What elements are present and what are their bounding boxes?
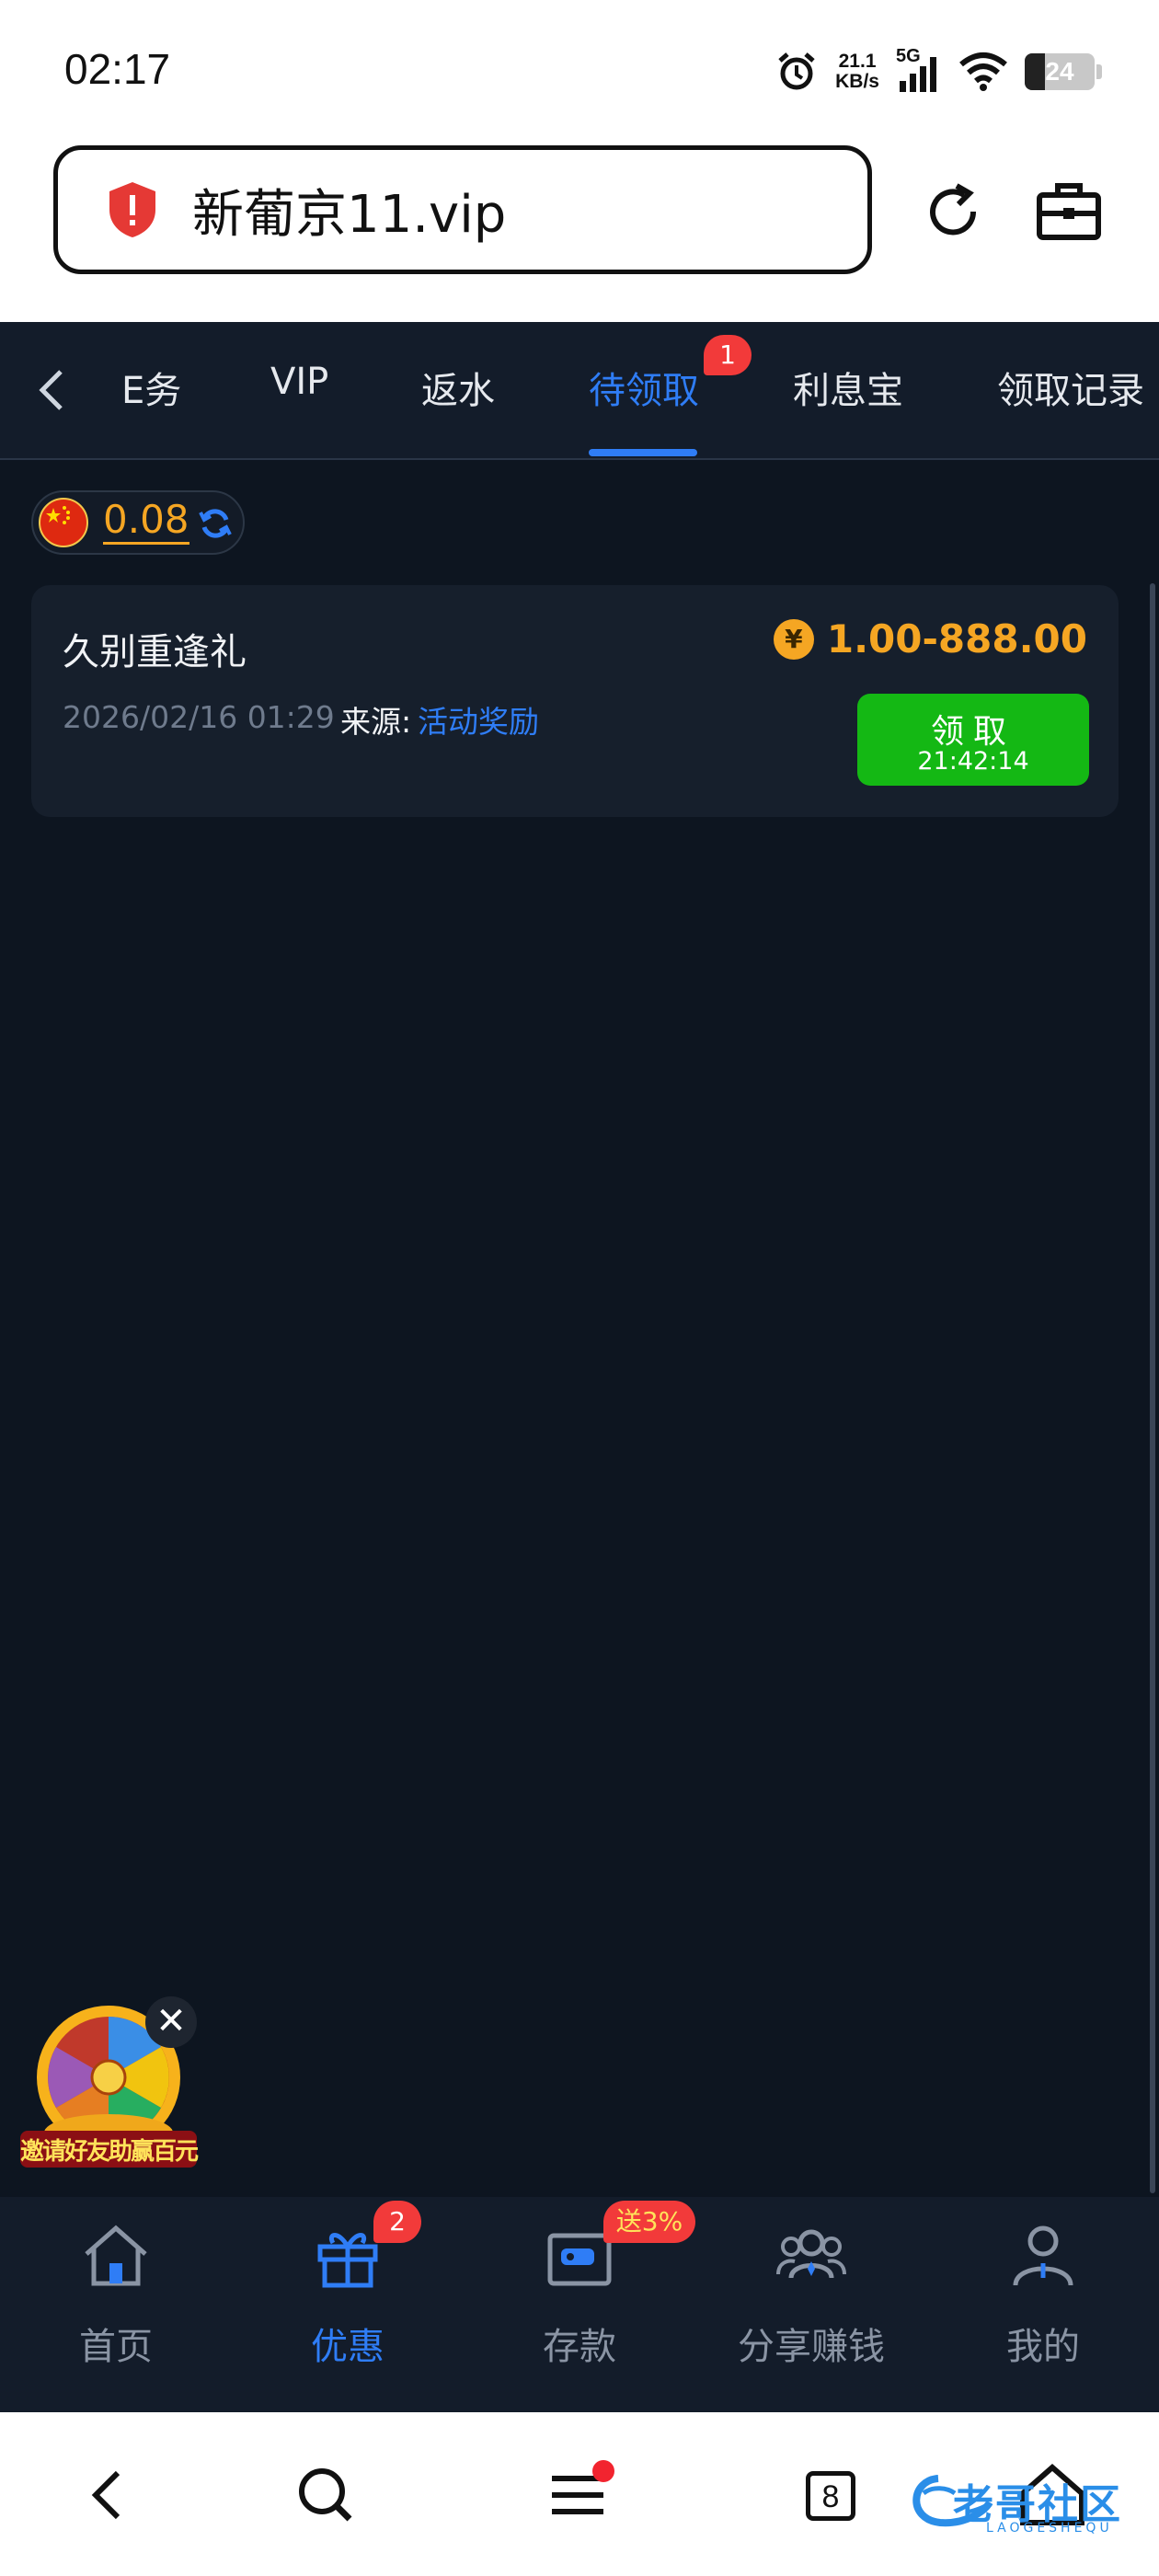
back-icon[interactable] <box>74 2458 147 2532</box>
tab-claim-history[interactable]: 领取记录 <box>997 361 1144 414</box>
net-speed: 21.1 KB/s <box>835 51 879 92</box>
promo-caption: 邀请好友助赢百元 <box>19 2138 199 2166</box>
promo-close-icon[interactable]: ✕ <box>145 1996 197 2048</box>
claim-countdown: 21:42:14 <box>917 747 1029 776</box>
tab-deposit-label: 存款 <box>543 2326 616 2368</box>
battery-icon: 24 <box>1025 53 1102 90</box>
tab-promotions[interactable]: 优惠 <box>232 2197 464 2412</box>
tab-badge: 1 <box>704 335 752 375</box>
claim-button[interactable]: 领取 21:42:14 <box>857 694 1089 786</box>
balance-value: 0.08 <box>103 498 189 545</box>
cell-signal-icon: 5G <box>896 46 942 94</box>
reward-title: 久别重逢礼 <box>63 631 247 673</box>
tab-profile[interactable]: 我的 <box>927 2197 1159 2412</box>
bottom-tab-bar: 首页 优惠 存款 分享赚钱 我的 <box>0 2197 1159 2412</box>
status-icons: 21.1 KB/s 5G 24 <box>775 46 1102 98</box>
security-warning-icon[interactable] <box>106 180 159 239</box>
status-bar: 02:17 21.1 KB/s 5G 24 <box>0 0 1159 138</box>
reward-source-value: 活动奖励 <box>418 704 539 740</box>
tab-interest[interactable]: 利息宝 <box>793 361 903 414</box>
balance-pill: 0.08 <box>31 490 245 555</box>
user-icon <box>1013 2225 1073 2286</box>
reload-icon[interactable] <box>916 175 990 248</box>
tab-count-button[interactable]: 8 <box>806 2471 855 2521</box>
scrollbar[interactable] <box>1150 583 1155 2193</box>
toolbox-icon[interactable] <box>1032 175 1106 248</box>
promotions-badge: 2 <box>373 2201 421 2243</box>
search-icon[interactable] <box>289 2458 362 2532</box>
reward-date: 2026/02/16 01:29 <box>63 699 335 735</box>
reward-card: 久别重逢礼 ¥ 1.00-888.00 2026/02/16 01:29 来源:… <box>31 585 1119 817</box>
tab-promotions-label: 优惠 <box>311 2326 384 2368</box>
tab-profile-label: 我的 <box>1006 2326 1080 2368</box>
url-text[interactable]: 新葡京11.vip <box>192 173 506 247</box>
browser-nav-bar: 8 老哥社区 LAOGESHEQU <box>0 2412 1159 2576</box>
claim-button-label: 领取 <box>930 713 1016 751</box>
alarm-icon <box>778 52 815 90</box>
address-bar[interactable]: 新葡京11.vip <box>53 145 872 274</box>
wifi-icon <box>959 52 1007 91</box>
reward-amount-text: 1.00-888.00 <box>826 616 1087 661</box>
tab-share-earn[interactable]: 分享赚钱 <box>695 2197 927 2412</box>
tab-rebate[interactable]: 返水 <box>421 361 495 414</box>
tab-tasks[interactable]: E务 <box>121 361 181 414</box>
tab-vip[interactable]: VIP <box>270 361 328 403</box>
china-flag-icon <box>39 498 88 547</box>
refresh-balance-icon[interactable] <box>197 505 234 542</box>
tab-home[interactable]: 首页 <box>0 2197 232 2412</box>
deposit-bonus-badge: 送3% <box>603 2201 695 2243</box>
home-icon <box>85 2225 147 2286</box>
share-icon <box>776 2229 846 2279</box>
back-arrow-icon[interactable] <box>28 362 74 418</box>
reward-source-label: 来源: <box>340 704 412 740</box>
browser-toolbar: 新葡京11.vip <box>0 138 1159 322</box>
reward-amount: ¥ 1.00-888.00 <box>773 616 1087 661</box>
top-tab-nav: E务 VIP 返水 待领取 利息宝 领取记录 1 <box>0 322 1159 460</box>
menu-notification-dot <box>592 2460 614 2482</box>
coin-icon: ¥ <box>773 618 814 660</box>
active-tab-indicator <box>589 449 697 456</box>
tab-pending[interactable]: 待领取 <box>589 361 699 414</box>
clock: 02:17 <box>64 45 171 93</box>
watermark-logo: 老哥社区 LAOGESHEQU <box>901 2466 1141 2539</box>
tab-share-earn-label: 分享赚钱 <box>738 2326 885 2368</box>
tab-home-label: 首页 <box>79 2326 153 2368</box>
